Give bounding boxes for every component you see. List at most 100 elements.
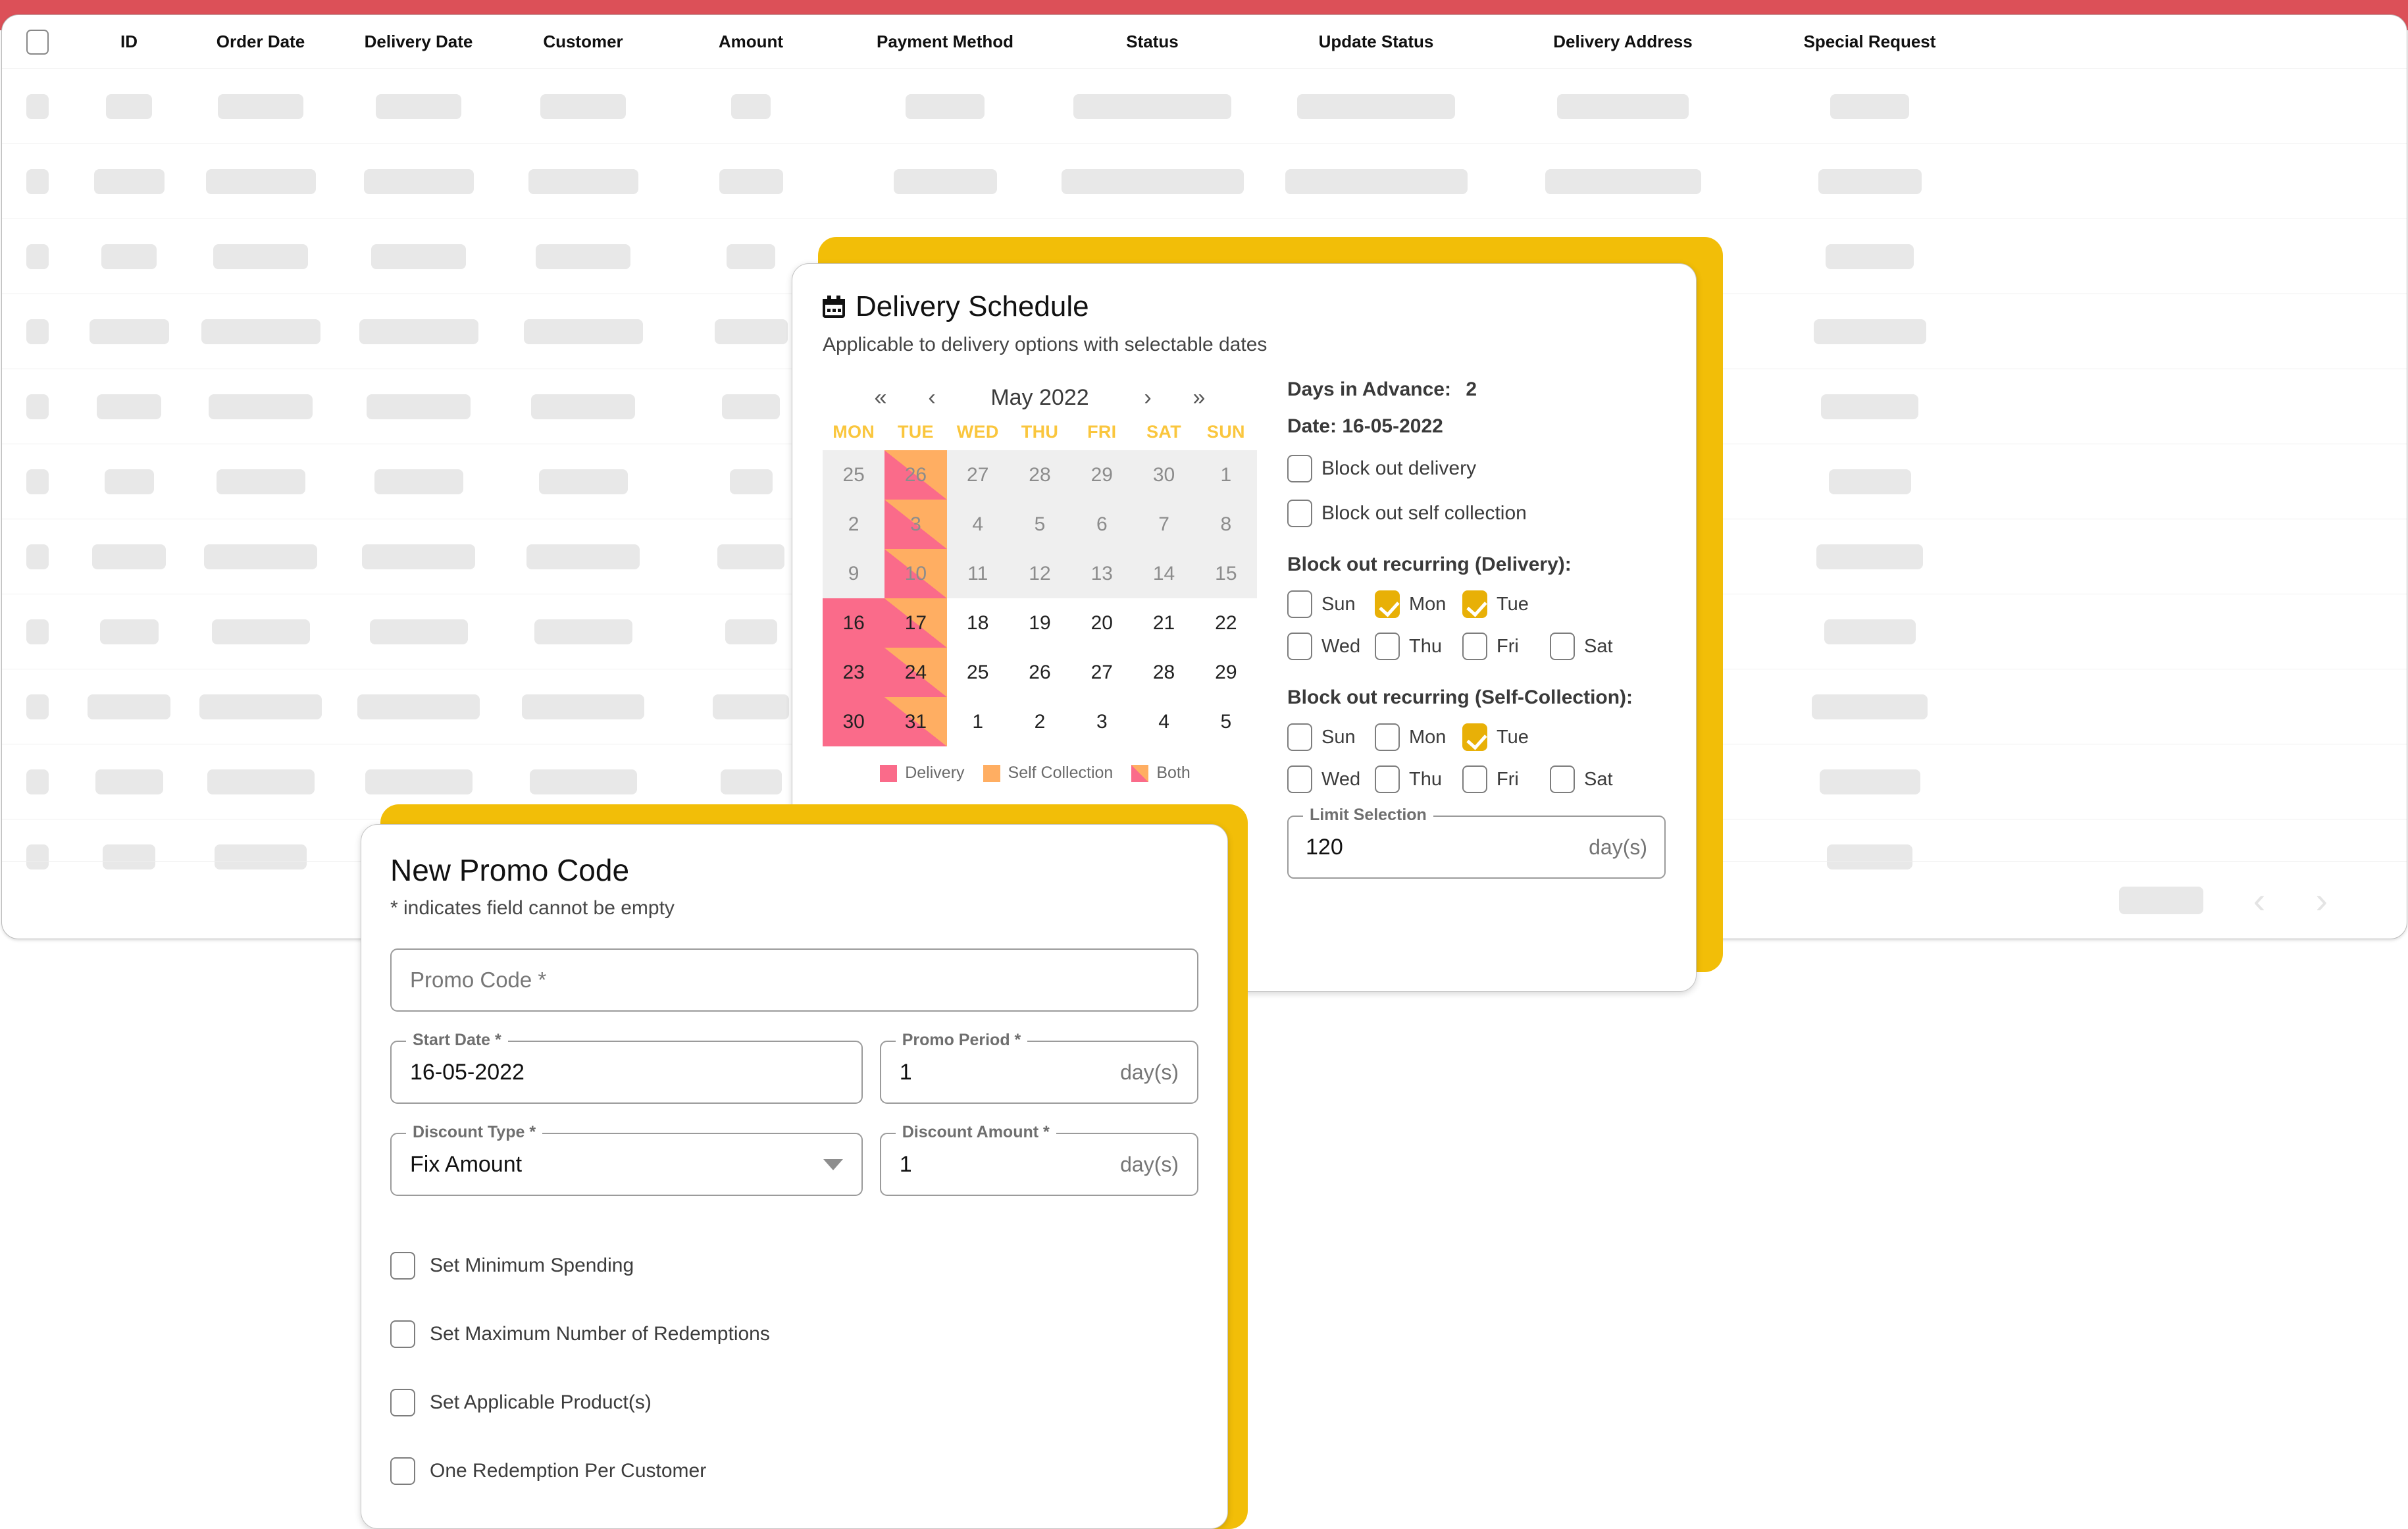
chevron-down-icon[interactable]: [823, 1158, 843, 1170]
calendar-day-cell[interactable]: 13: [1071, 549, 1133, 598]
recurring-self-collection-day-tue[interactable]: Tue: [1462, 723, 1550, 751]
recurring-delivery-day-checkbox-sat[interactable]: [1550, 633, 1575, 660]
calendar-day-cell[interactable]: 23: [823, 648, 885, 697]
start-date-field[interactable]: Start Date * 16-05-2022: [390, 1031, 863, 1104]
recurring-self-collection-day-checkbox-thu[interactable]: [1375, 765, 1400, 793]
calendar-day-cell[interactable]: 2: [1009, 697, 1071, 746]
calendar-day-cell[interactable]: 21: [1133, 598, 1194, 648]
select-all-checkbox[interactable]: [26, 29, 49, 55]
calendar-prev-month-icon[interactable]: ‹: [906, 385, 958, 411]
recurring-self-collection-day-wed[interactable]: Wed: [1287, 765, 1375, 793]
column-header-customer[interactable]: Customer: [501, 32, 665, 52]
column-header-update-status[interactable]: Update Status: [1251, 32, 1501, 52]
block-out-delivery-checkbox[interactable]: [1287, 455, 1312, 482]
calendar-day-cell[interactable]: 3: [1071, 697, 1133, 746]
promo-period-value[interactable]: 1: [900, 1060, 912, 1085]
calendar-day-cell[interactable]: 18: [947, 598, 1009, 648]
calendar-day-cell[interactable]: 7: [1133, 500, 1195, 549]
recurring-delivery-day-checkbox-wed[interactable]: [1287, 633, 1312, 660]
recurring-delivery-day-checkbox-mon[interactable]: [1375, 590, 1400, 618]
calendar-day-cell[interactable]: 26: [1009, 648, 1071, 697]
calendar-day-cell[interactable]: 11: [946, 549, 1009, 598]
calendar-day-cell[interactable]: 12: [1008, 549, 1071, 598]
recurring-self-collection-day-checkbox-fri[interactable]: [1462, 765, 1487, 793]
column-header-order-date[interactable]: Order Date: [185, 32, 336, 52]
calendar-day-cell[interactable]: 28: [1133, 648, 1194, 697]
limit-selection-field[interactable]: Limit Selection 120 day(s): [1287, 806, 1666, 879]
block-out-self-collection-row[interactable]: Block out self collection: [1287, 500, 1666, 527]
pagination-next-icon[interactable]: ›: [2315, 881, 2328, 919]
promo-option-row[interactable]: One Redemption Per Customer: [390, 1437, 1198, 1505]
calendar-day-cell[interactable]: 17: [884, 598, 947, 648]
recurring-delivery-day-thu[interactable]: Thu: [1375, 633, 1462, 660]
promo-option-checkbox-3[interactable]: [390, 1457, 415, 1485]
recurring-delivery-day-tue[interactable]: Tue: [1462, 590, 1550, 618]
calendar-day-cell[interactable]: 31: [884, 697, 947, 746]
calendar-day-cell[interactable]: 5: [1195, 697, 1257, 746]
discount-amount-field[interactable]: Discount Amount * 1 day(s): [879, 1123, 1198, 1196]
recurring-delivery-day-sat[interactable]: Sat: [1550, 633, 1637, 660]
calendar-day-cell[interactable]: 10: [884, 549, 947, 598]
calendar-day-cell[interactable]: 24: [884, 648, 947, 697]
column-header-delivery-date[interactable]: Delivery Date: [336, 32, 501, 52]
recurring-delivery-day-checkbox-tue[interactable]: [1462, 590, 1487, 618]
calendar-day-cell[interactable]: 29: [1071, 450, 1133, 500]
promo-option-checkbox-1[interactable]: [390, 1320, 415, 1348]
recurring-delivery-day-fri[interactable]: Fri: [1462, 633, 1550, 660]
promo-option-row[interactable]: Set Maximum Number of Redemptions: [390, 1300, 1198, 1368]
calendar-day-cell[interactable]: 15: [1194, 549, 1257, 598]
calendar-first-month-icon[interactable]: «: [855, 385, 906, 411]
recurring-delivery-day-checkbox-fri[interactable]: [1462, 633, 1487, 660]
recurring-delivery-day-wed[interactable]: Wed: [1287, 633, 1375, 660]
recurring-delivery-day-checkbox-sun[interactable]: [1287, 590, 1312, 618]
limit-selection-value[interactable]: 120: [1306, 835, 1343, 860]
calendar-day-cell[interactable]: 3: [884, 500, 947, 549]
calendar-day-cell[interactable]: 29: [1195, 648, 1257, 697]
recurring-self-collection-day-checkbox-tue[interactable]: [1462, 723, 1487, 751]
block-out-self-collection-checkbox[interactable]: [1287, 500, 1312, 527]
calendar-last-month-icon[interactable]: »: [1173, 385, 1225, 411]
recurring-self-collection-day-thu[interactable]: Thu: [1375, 765, 1462, 793]
calendar-day-cell[interactable]: 27: [946, 450, 1009, 500]
select-all-cell[interactable]: [2, 29, 73, 55]
promo-period-field[interactable]: Promo Period * 1 day(s): [879, 1031, 1198, 1104]
table-row[interactable]: [2, 69, 2407, 144]
start-date-value[interactable]: 16-05-2022: [410, 1060, 525, 1085]
column-header-amount[interactable]: Amount: [665, 32, 836, 52]
promo-option-row[interactable]: Set Applicable Product(s): [390, 1368, 1198, 1437]
recurring-self-collection-day-sun[interactable]: Sun: [1287, 723, 1375, 751]
calendar-day-cell[interactable]: 4: [946, 500, 1009, 549]
calendar-day-cell[interactable]: 20: [1071, 598, 1133, 648]
calendar-day-cell[interactable]: 22: [1195, 598, 1257, 648]
recurring-self-collection-day-checkbox-wed[interactable]: [1287, 765, 1312, 793]
calendar-day-cell[interactable]: 1: [947, 697, 1009, 746]
promo-option-checkbox-2[interactable]: [390, 1389, 415, 1416]
discount-amount-value[interactable]: 1: [900, 1152, 912, 1178]
calendar-day-cell[interactable]: 16: [823, 598, 885, 648]
calendar-day-cell[interactable]: 9: [823, 549, 885, 598]
promo-option-checkbox-0[interactable]: [390, 1252, 415, 1280]
pagination-prev-icon[interactable]: ‹: [2253, 881, 2266, 919]
recurring-self-collection-day-checkbox-sun[interactable]: [1287, 723, 1312, 751]
calendar-day-cell[interactable]: 14: [1133, 549, 1195, 598]
table-row[interactable]: [2, 144, 2407, 219]
recurring-self-collection-day-sat[interactable]: Sat: [1550, 765, 1637, 793]
promo-code-field[interactable]: Promo Code *: [390, 948, 1198, 1012]
calendar-day-cell[interactable]: 28: [1008, 450, 1071, 500]
recurring-delivery-day-mon[interactable]: Mon: [1375, 590, 1462, 618]
discount-type-select[interactable]: Discount Type * Fix Amount: [390, 1123, 863, 1196]
recurring-self-collection-day-checkbox-sat[interactable]: [1550, 765, 1575, 793]
block-out-delivery-row[interactable]: Block out delivery: [1287, 455, 1666, 482]
calendar-day-cell[interactable]: 27: [1071, 648, 1133, 697]
calendar-day-cell[interactable]: 25: [947, 648, 1009, 697]
calendar-day-cell[interactable]: 2: [823, 500, 885, 549]
calendar-day-cell[interactable]: 1: [1194, 450, 1257, 500]
calendar-day-cell[interactable]: 19: [1009, 598, 1071, 648]
calendar-next-month-icon[interactable]: ›: [1122, 385, 1173, 411]
promo-option-row[interactable]: Set Minimum Spending: [390, 1231, 1198, 1300]
column-header-id[interactable]: ID: [73, 32, 185, 52]
calendar-day-cell[interactable]: 30: [823, 697, 885, 746]
recurring-self-collection-day-mon[interactable]: Mon: [1375, 723, 1462, 751]
calendar-day-cell[interactable]: 4: [1133, 697, 1194, 746]
column-header-delivery-address[interactable]: Delivery Address: [1501, 32, 1745, 52]
